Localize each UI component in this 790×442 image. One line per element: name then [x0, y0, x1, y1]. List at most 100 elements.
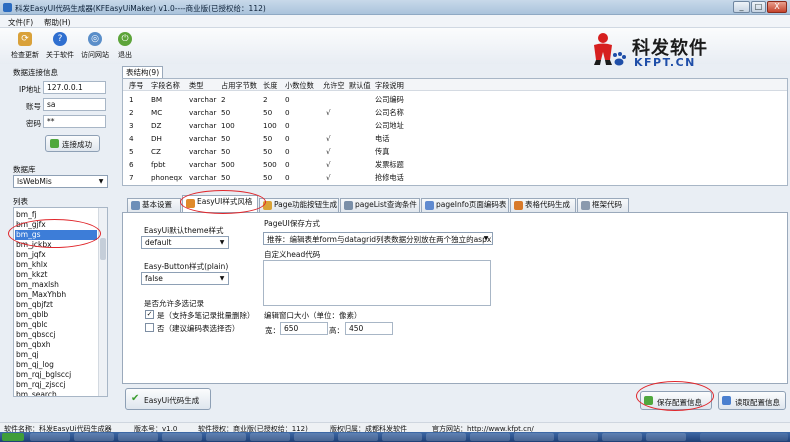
list-item[interactable]: bm_kkzt	[15, 270, 97, 280]
list-item[interactable]: bm_jqfx	[15, 250, 97, 260]
head-code-textarea[interactable]	[263, 260, 491, 306]
list-item[interactable]: bm_MaxYhbh	[15, 290, 97, 300]
plain-label: Easy-Button样式(plain)	[144, 262, 229, 271]
cell: 公司地址	[375, 121, 404, 130]
plain-selected: false	[145, 274, 163, 283]
scrollbar-thumb[interactable]	[100, 238, 106, 260]
head-code-label: 自定义head代码	[264, 250, 321, 259]
tab-basic-settings[interactable]: 基本设置	[127, 198, 181, 212]
password-input[interactable]: **	[43, 115, 106, 128]
cell: 0	[285, 95, 290, 104]
list-item[interactable]: bm_qbxh	[15, 340, 97, 350]
cell: √	[326, 160, 331, 169]
connection-section-title: 数据连接信息	[13, 68, 58, 77]
cell: 电话	[375, 134, 390, 143]
cell: 50	[221, 108, 231, 117]
framework-icon	[581, 201, 590, 210]
cell: 公司名称	[375, 108, 404, 117]
tab-table-code[interactable]: 表格代码生成	[510, 198, 576, 212]
list-item[interactable]: bm_qblb	[15, 310, 97, 320]
system-tray[interactable]	[700, 433, 788, 441]
settings-icon	[131, 201, 140, 210]
grid-header-row: 序号 字段名称 类型 占用字节数 长度 小数位数 允许空 默认值 字段说明	[123, 79, 787, 91]
table-icon	[514, 201, 523, 210]
tab-structure[interactable]: 表结构(9)	[122, 66, 164, 78]
taskbar-item[interactable]	[602, 433, 642, 441]
tab-page-buttons[interactable]: Page功能按钮生成	[259, 198, 339, 212]
cell: 发票标题	[375, 160, 404, 169]
taskbar-item[interactable]	[294, 433, 334, 441]
minimize-button[interactable]: _	[733, 1, 750, 13]
multi-no-checkbox[interactable]	[145, 323, 154, 332]
taskbar-item[interactable]	[426, 433, 466, 441]
multi-no-label: 否（建议编码表选择否）	[157, 324, 240, 333]
chevron-down-icon: ▼	[219, 239, 225, 246]
cell: varchar	[189, 147, 217, 156]
cell: 100	[263, 121, 277, 130]
app-icon	[3, 3, 12, 12]
taskbar-item[interactable]	[338, 433, 378, 441]
taskbar-item[interactable]	[470, 433, 510, 441]
menu-help[interactable]: 帮助(H)	[44, 17, 71, 28]
taskbar-item[interactable]	[382, 433, 422, 441]
height-input[interactable]: 450	[345, 322, 393, 335]
close-button[interactable]: X	[767, 1, 787, 13]
title-bar: 科发EasyUI代码生成器(KFEasyUiMaker) v1.0----商业版…	[0, 0, 790, 15]
read-config-label: 读取配置信息	[735, 398, 780, 407]
taskbar-item[interactable]	[206, 433, 246, 441]
list-item[interactable]: bm_qj	[15, 350, 97, 360]
cell: DZ	[151, 121, 162, 130]
plain-select[interactable]: false ▼	[141, 272, 229, 285]
taskbar-item[interactable]	[74, 433, 114, 441]
list-item[interactable]: bm_rqj_bglsccj	[15, 370, 97, 380]
list-item[interactable]: bm_qblc	[15, 320, 97, 330]
list-item[interactable]: bm_qbjfzt	[15, 300, 97, 310]
multi-yes-checkbox[interactable]: ✓	[145, 310, 154, 319]
cell: 50	[221, 134, 231, 143]
ip-input[interactable]: 127.0.0.1	[43, 81, 106, 94]
grid-header: 字段名称	[151, 81, 180, 90]
cell: 0	[285, 121, 290, 130]
save-mode-select[interactable]: 推荐：编辑表单form与datagrid列表数据分别放在两个独立的aspx页 ▼	[263, 232, 493, 245]
search-icon	[344, 201, 353, 210]
taskbar-item[interactable]	[250, 433, 290, 441]
list-item[interactable]: bm_search	[15, 390, 97, 396]
tab-label: 基本设置	[142, 200, 172, 209]
taskbar-item[interactable]	[646, 433, 686, 441]
cell: 500	[221, 160, 235, 169]
read-config-button[interactable]: 读取配置信息	[718, 391, 786, 410]
tab-pageinfo-code[interactable]: pageInfo页面编码表	[421, 198, 509, 212]
taskbar-item[interactable]	[118, 433, 158, 441]
width-input[interactable]: 650	[280, 322, 328, 335]
tab-framework-code[interactable]: 框架代码	[577, 198, 629, 212]
list-item[interactable]: bm_qbsccj	[15, 330, 97, 340]
taskbar-item[interactable]	[30, 433, 70, 441]
database-select[interactable]: lsWebMis ▼	[13, 175, 108, 188]
list-item[interactable]: bm_maxlsh	[15, 280, 97, 290]
account-input[interactable]: sa	[43, 98, 106, 111]
cell: MC	[151, 108, 163, 117]
tab-pagelist-query[interactable]: pageList查询条件	[340, 198, 420, 212]
ip-label: IP地址	[19, 85, 41, 94]
cell: 50	[221, 147, 231, 156]
list-item[interactable]: bm_qj_log	[15, 360, 97, 370]
taskbar-item[interactable]	[162, 433, 202, 441]
menu-file[interactable]: 文件(F)	[8, 17, 33, 28]
grid-header: 允许空	[323, 81, 345, 90]
connect-button[interactable]: 连接成功	[45, 135, 100, 152]
taskbar-item[interactable]	[558, 433, 598, 441]
list-item[interactable]: bm_rqj_zjsccj	[15, 380, 97, 390]
exit-button[interactable]: ⏻ 退出	[106, 31, 144, 63]
theme-label: EasyUi默认theme样式	[144, 226, 224, 235]
list-item[interactable]: bm_khlx	[15, 260, 97, 270]
cell: 2	[263, 95, 268, 104]
tab-label: pageInfo页面编码表	[436, 200, 507, 209]
taskbar-item[interactable]	[514, 433, 554, 441]
cell: √	[326, 173, 331, 182]
maximize-button[interactable]: □	[751, 1, 766, 13]
generate-code-button[interactable]: ✔ EasyUi代码生成	[125, 388, 211, 410]
start-button[interactable]	[2, 433, 24, 441]
cell: √	[326, 108, 331, 117]
theme-select[interactable]: default ▼	[141, 236, 229, 249]
cell: varchar	[189, 108, 217, 117]
